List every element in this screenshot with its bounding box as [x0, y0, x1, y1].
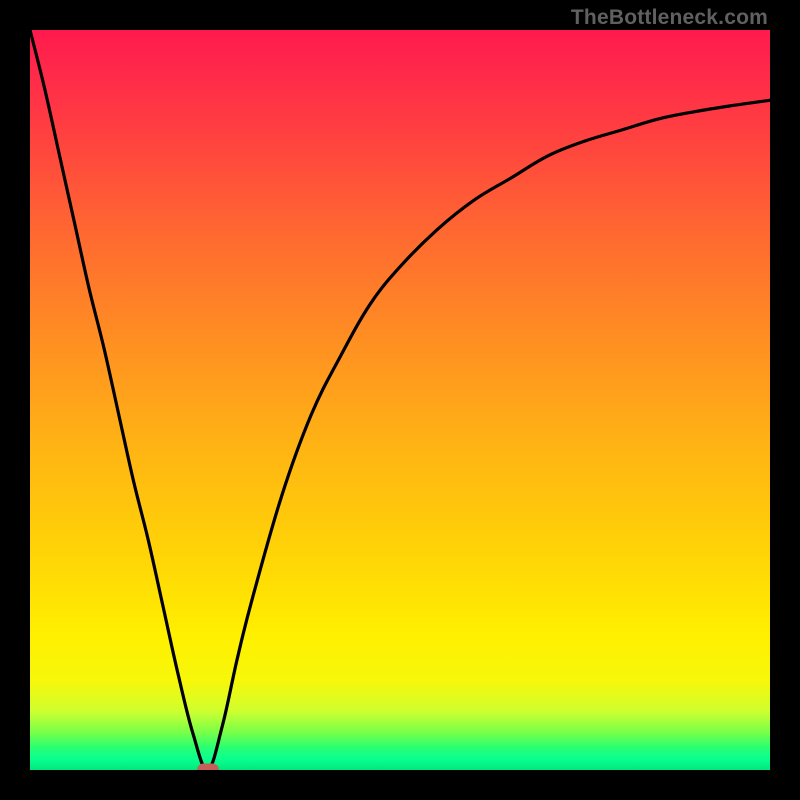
site-watermark: TheBottleneck.com — [571, 6, 768, 30]
optimal-point-marker — [197, 764, 219, 771]
chart-frame: TheBottleneck.com — [0, 0, 800, 800]
curve-layer — [30, 30, 770, 770]
bottleneck-curve — [30, 30, 770, 770]
plot-area — [30, 30, 770, 770]
